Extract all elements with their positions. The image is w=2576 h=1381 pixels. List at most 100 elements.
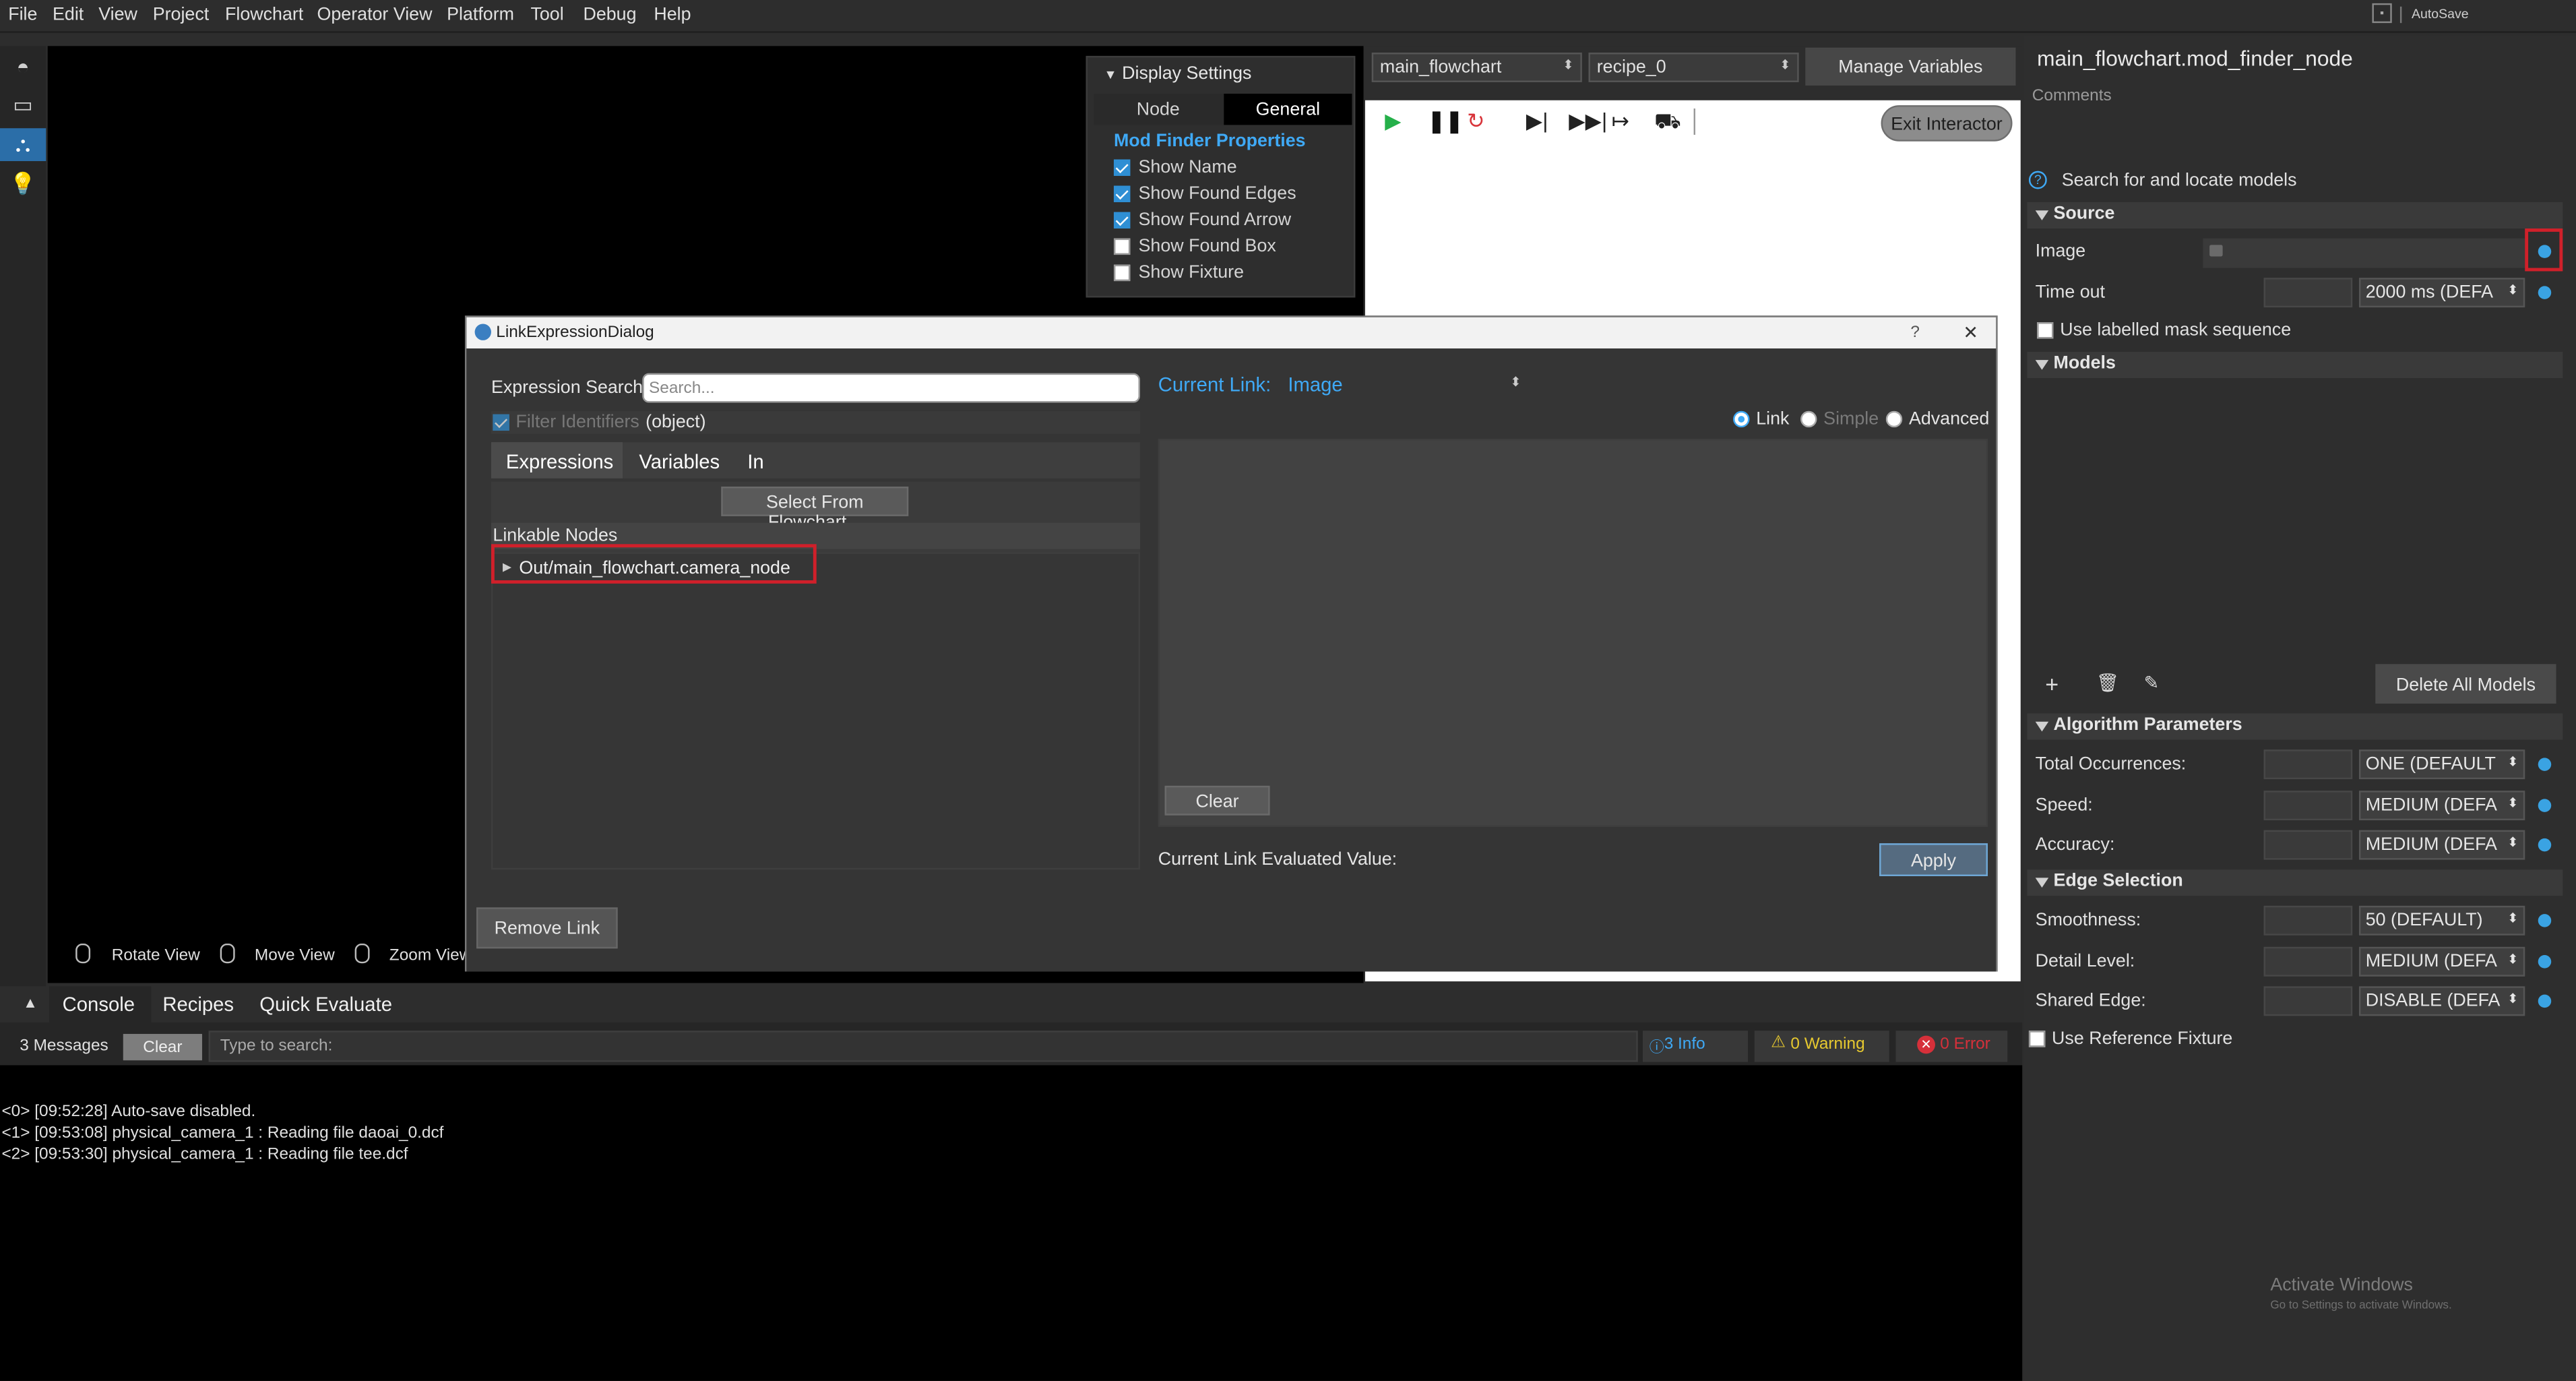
detail-level-select[interactable]: MEDIUM (DEFA ⬍ [2358,946,2525,977]
console-search-input[interactable]: Type to search: [208,1031,1638,1062]
dialog-close-button[interactable]: ✕ [1963,322,1978,343]
bulb-icon[interactable]: 💡 [7,168,40,201]
timeout-input[interactable] [2263,278,2353,308]
remove-link-button[interactable]: Remove Link [476,907,618,949]
tab-recipes[interactable]: Recipes [162,993,234,1016]
accuracy-input[interactable] [2263,830,2353,860]
show-name-checkbox[interactable] [1113,159,1131,176]
detail-level-dot[interactable] [2538,955,2552,969]
timeout-select[interactable]: 2000 ms (DEFA ⬍ [2358,278,2525,308]
console-output[interactable]: <0> [09:52:28] Auto-save disabled. <1> [… [0,1065,2023,1381]
expression-editor[interactable] [1158,439,1988,827]
accuracy-select[interactable]: MEDIUM (DEFA ⬍ [2358,830,2525,860]
shared-edge-select[interactable]: DISABLE (DEFA ⬍ [2358,986,2525,1016]
show-found-box-checkbox[interactable] [1113,238,1131,255]
tab-quick-evaluate[interactable]: Quick Evaluate [259,993,392,1016]
autosave-label[interactable]: AutoSave [2412,7,2469,22]
image-link-field[interactable] [2203,238,2525,268]
current-link-select[interactable]: Image ⬍ [1283,370,1530,400]
select-from-flowchart-button[interactable]: Select From Flowchart... [721,486,909,532]
menu-flowchart[interactable]: Flowchart [225,5,303,24]
total-occurrences-select[interactable]: ONE (DEFAULT ⬍ [2358,749,2525,780]
expression-clear-button[interactable]: Clear [1164,785,1270,816]
detail-level-input[interactable] [2263,946,2353,977]
save-icon[interactable]: ▪ [2372,3,2392,24]
models-section-header[interactable]: Models [2027,351,2563,378]
menu-operator-view[interactable]: Operator View [317,5,433,24]
error-filter[interactable]: ✕ 0 Error [1895,1031,2008,1062]
advanced-mode-radio[interactable] [1885,410,1903,428]
smoothness-input[interactable] [2263,905,2353,935]
console-clear-button[interactable]: Clear [123,1034,202,1061]
edge-section-header[interactable]: Edge Selection [2027,869,2563,896]
menu-view[interactable]: View [98,5,137,24]
algorithm-section-header[interactable]: Algorithm Parameters [2027,713,2563,740]
linkable-nodes-tree[interactable]: ▶ Out/main_flowchart.camera_node [491,552,1140,870]
edit-model-icon[interactable]: ✎ [2144,673,2159,694]
collapse-up-icon[interactable]: ▲ [23,995,38,1011]
tab-console[interactable]: Console [49,986,152,1023]
smoothness-select[interactable]: 50 (DEFAULT) ⬍ [2358,905,2525,935]
shared-edge-input[interactable] [2263,986,2353,1016]
speed-dot[interactable] [2538,799,2552,812]
dialog-title-bar[interactable]: LinkExpressionDialog ? ✕ [466,317,1997,349]
flowchart-select[interactable]: main_flowchart ⬍ [1371,53,1582,82]
step-icon[interactable]: ▶| [1526,109,1548,135]
apply-button[interactable]: Apply [1879,843,1988,876]
recipe-select[interactable]: recipe_0 ⬍ [1588,53,1799,82]
step-into-icon[interactable]: ↦ [1612,109,1630,135]
show-fixture-checkbox[interactable] [1113,264,1131,282]
tab-in[interactable]: In [747,450,763,473]
exit-interactor-button[interactable]: Exit Interactor [1881,105,2013,142]
menu-project[interactable]: Project [153,5,210,24]
simple-mode-radio[interactable] [1800,410,1817,428]
delete-model-icon[interactable]: 🗑 [2096,673,2119,694]
mask-sequence-checkbox[interactable] [2037,322,2054,339]
tab-expressions[interactable]: Expressions [491,442,623,479]
restart-icon[interactable]: ↻ [1467,109,1485,135]
menu-help[interactable]: Help [654,5,691,24]
collapse-arrow-icon[interactable]: ▼ [1104,67,1117,82]
pause-icon[interactable]: ❚❚ [1428,109,1464,135]
flowchart-icon[interactable]: ⛬ [0,128,46,162]
tab-variables[interactable]: Variables [639,450,720,473]
menu-edit[interactable]: Edit [53,5,84,24]
help-icon[interactable]: ? [2028,171,2047,189]
total-occurrences-input[interactable] [2263,749,2353,780]
reference-fixture-checkbox[interactable] [2028,1031,2046,1047]
filter-identifiers-checkbox[interactable] [493,414,509,431]
shared-edge-dot[interactable] [2538,994,2552,1008]
total-occurrences-dot[interactable] [2538,758,2552,771]
delete-all-models-button[interactable]: Delete All Models [2375,664,2556,704]
timeout-link-dot[interactable] [2538,286,2552,299]
show-found-arrow-checkbox[interactable] [1113,212,1131,229]
info-icon: ⓘ [1649,1039,1664,1055]
play-icon[interactable]: ▶ [1385,109,1401,135]
speed-select[interactable]: MEDIUM (DEFA ⬍ [2358,791,2525,821]
tab-node[interactable]: Node [1094,94,1222,125]
monitor-icon[interactable]: ▭ [7,89,40,122]
app-icon [474,324,491,340]
speed-input[interactable] [2263,791,2353,821]
tab-general[interactable]: General [1224,94,1352,125]
accuracy-dot[interactable] [2538,838,2552,852]
manage-variables-button[interactable]: Manage Variables [1805,47,2016,86]
show-found-edges-checkbox[interactable] [1113,185,1131,202]
fast-forward-icon[interactable]: ▶▶| [1569,109,1607,135]
link-mode-radio[interactable] [1733,410,1750,428]
expression-search-input[interactable]: Search... [642,373,1140,403]
operator-icon[interactable]: ◓ [7,49,40,82]
source-section-header[interactable]: Source [2027,202,2563,229]
info-filter[interactable]: ⓘ 3 Info [1643,1031,1749,1062]
add-model-icon[interactable]: + [2045,671,2059,697]
camera-run-icon[interactable]: ⛟ [1654,109,1681,138]
comments-field[interactable]: Comments [2032,87,2112,105]
menu-debug[interactable]: Debug [583,5,636,24]
menu-tool[interactable]: Tool [530,5,563,24]
dialog-help-button[interactable]: ? [1910,324,1920,342]
menu-file[interactable]: File [8,5,37,24]
image-link-dot[interactable] [2538,245,2552,258]
smoothness-dot[interactable] [2538,914,2552,927]
warning-filter[interactable]: ⚠ 0 Warning [1754,1031,1889,1062]
menu-platform[interactable]: Platform [447,5,514,24]
